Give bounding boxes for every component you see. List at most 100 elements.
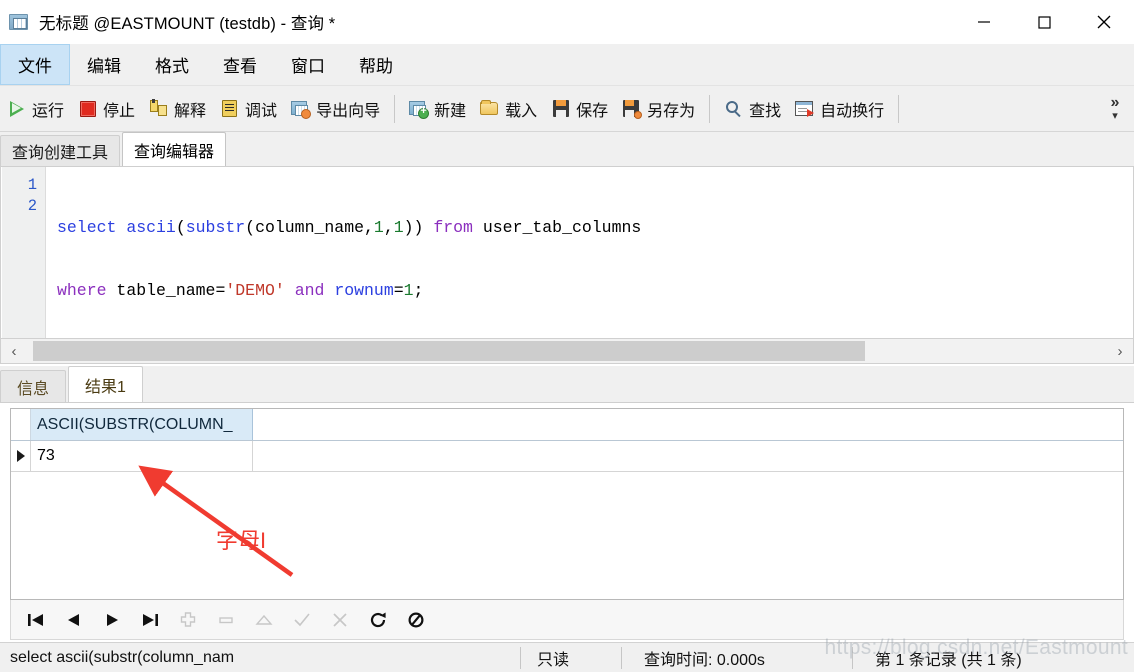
save-button[interactable]: 保存 (544, 92, 615, 126)
scrollbar-thumb[interactable] (33, 341, 865, 361)
stop-label: 停止 (103, 102, 136, 120)
code-token: 1 (393, 218, 404, 237)
new-query-icon (409, 99, 430, 119)
status-sql-text: select ascii(substr(column_nam (10, 648, 235, 666)
debug-icon (220, 99, 240, 119)
sql-code-area[interactable]: select ascii(substr(column_name,1,1)) fr… (57, 175, 1129, 338)
scroll-right-button[interactable]: › (1107, 339, 1133, 363)
line-number: 2 (27, 197, 37, 215)
open-folder-icon (480, 99, 500, 119)
code-token: ; (413, 281, 424, 300)
save-as-label: 另存为 (647, 102, 696, 120)
code-token: 'DEMO' (225, 281, 285, 300)
window-controls (954, 0, 1134, 44)
export-wizard-icon (291, 99, 312, 119)
toolbar-separator-3 (898, 94, 900, 123)
stop-button[interactable]: 停止 (71, 92, 142, 126)
menu-item-file[interactable]: 文件 (0, 44, 70, 85)
result-grid[interactable]: ASCII(SUBSTR(COLUMN_ 73 (10, 408, 1124, 600)
code-token: , (383, 218, 394, 237)
word-wrap-icon (795, 99, 815, 119)
menu-item-format[interactable]: 格式 (138, 44, 206, 85)
result-tab-strip: 信息 结果1 (0, 366, 1134, 403)
menu-item-view[interactable]: 查看 (206, 44, 274, 85)
code-token: substr (185, 218, 246, 237)
menu-item-window[interactable]: 窗口 (274, 44, 342, 85)
first-record-button[interactable] (23, 607, 49, 633)
last-record-button[interactable] (137, 607, 163, 633)
code-token: = (215, 281, 226, 300)
tab-info[interactable]: 信息 (0, 370, 67, 402)
prev-record-button[interactable] (61, 607, 87, 633)
next-record-button[interactable] (99, 607, 125, 633)
add-record-button[interactable] (175, 607, 201, 633)
window-title: 无标题 @EASTMOUNT (testdb) - 查询 * (39, 15, 336, 33)
delete-record-button[interactable] (213, 607, 239, 633)
grid-cell[interactable]: 73 (31, 441, 253, 471)
save-as-icon (622, 99, 643, 119)
run-button[interactable]: 运行 (0, 92, 71, 126)
tab-query-editor[interactable]: 查询编辑器 (122, 132, 227, 166)
code-token: ( (245, 218, 256, 237)
title-bar: 无标题 @EASTMOUNT (testdb) - 查询 * (0, 0, 1134, 44)
table-row[interactable]: 73 (11, 441, 1123, 472)
code-token: rownum (334, 281, 394, 300)
edit-record-button[interactable] (251, 607, 277, 633)
run-label: 运行 (32, 102, 65, 120)
stop-loading-button[interactable] (403, 607, 429, 633)
grid-column-header[interactable]: ASCII(SUBSTR(COLUMN_ (31, 409, 253, 440)
scrollbar-track[interactable] (27, 339, 1107, 363)
find-label: 查找 (749, 102, 782, 120)
cancel-x-icon (333, 612, 347, 627)
play-icon (7, 99, 27, 119)
prev-icon (68, 613, 79, 626)
scroll-left-button[interactable]: ‹ (1, 339, 27, 363)
current-row-arrow (11, 441, 31, 471)
watermark: https://blog.csdn.net/Eastmount (824, 636, 1128, 659)
word-wrap-label: 自动换行 (820, 102, 885, 120)
cancel-record-button[interactable] (327, 607, 353, 633)
next-icon (107, 613, 118, 626)
save-label: 保存 (576, 102, 609, 120)
save-as-button[interactable]: 另存为 (615, 92, 702, 126)
close-button[interactable] (1074, 0, 1134, 44)
code-line-2: where table_name='DEMO' and rownum=1; (57, 280, 1129, 301)
database-table-icon (9, 12, 30, 32)
first-icon (28, 613, 43, 626)
code-token: and (294, 281, 325, 300)
status-query-time: 查询时间: 0.000s (644, 651, 765, 669)
code-token: select (57, 218, 117, 237)
minus-icon (219, 616, 233, 623)
sql-editor[interactable]: 1 2 select ascii(substr(column_name,1,1)… (0, 167, 1134, 338)
load-button[interactable]: 载入 (473, 92, 544, 126)
circle-slash-icon (408, 611, 424, 628)
post-record-button[interactable] (289, 607, 315, 633)
menu-item-help[interactable]: 帮助 (342, 44, 410, 85)
refresh-button[interactable] (365, 607, 391, 633)
word-wrap-button[interactable]: 自动换行 (788, 92, 891, 126)
export-wizard-button[interactable]: 导出向导 (284, 92, 387, 126)
code-token: ( (175, 218, 186, 237)
code-token: table_name (116, 281, 216, 300)
debug-button[interactable]: 调试 (213, 92, 284, 126)
stop-icon (78, 99, 98, 119)
plus-icon (180, 611, 196, 627)
menu-item-edit[interactable]: 编辑 (70, 44, 138, 85)
menu-bar: 文件 编辑 格式 查看 窗口 帮助 (0, 44, 1134, 86)
explain-button[interactable]: 解释 (142, 92, 213, 126)
toolbar-overflow-button[interactable]: » ▾ (1100, 86, 1130, 132)
code-token: from (433, 218, 473, 237)
tab-result-1[interactable]: 结果1 (68, 366, 143, 402)
tab-query-builder[interactable]: 查询创建工具 (0, 135, 121, 166)
editor-horizontal-scrollbar[interactable]: ‹ › (0, 338, 1134, 364)
find-button[interactable]: 查找 (717, 92, 788, 126)
new-query-button[interactable]: 新建 (402, 92, 473, 126)
explain-label: 解释 (174, 102, 207, 120)
minimize-button[interactable] (954, 0, 1014, 44)
code-token: 1 (373, 218, 384, 237)
line-number: 1 (27, 176, 37, 194)
maximize-button[interactable] (1014, 0, 1074, 44)
toolbar-separator-1 (394, 94, 396, 123)
